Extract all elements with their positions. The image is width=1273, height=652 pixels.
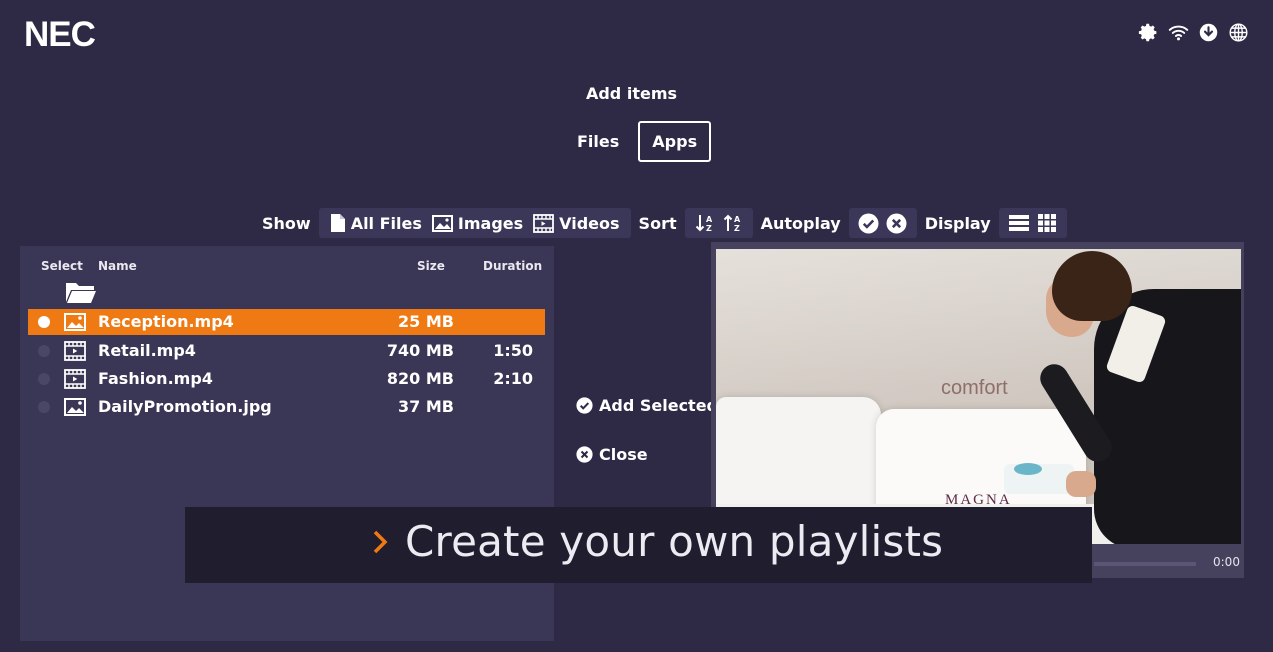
tab-apps[interactable]: Apps xyxy=(638,121,712,162)
column-header-name: Name xyxy=(98,259,137,273)
sort-ascending-icon[interactable]: AZ xyxy=(694,212,716,234)
sort-group: AZ AZ xyxy=(684,208,753,238)
file-size: 820 MB xyxy=(386,369,454,388)
sort-label: Sort xyxy=(638,213,677,233)
image-icon xyxy=(64,398,86,416)
select-radio[interactable] xyxy=(38,373,50,385)
add-items-title: Add items xyxy=(585,84,678,103)
file-name: Fashion.mp4 xyxy=(98,369,213,388)
image-icon xyxy=(64,313,86,331)
select-radio[interactable] xyxy=(38,316,50,328)
video-flower xyxy=(1014,463,1042,475)
file-name: Reception.mp4 xyxy=(98,312,234,331)
file-name: DailyPromotion.jpg xyxy=(98,397,272,416)
file-row-retail[interactable]: Retail.mp4 740 MB 1:50 xyxy=(28,338,545,364)
autoplay-group xyxy=(848,208,917,238)
video-icon xyxy=(64,369,86,389)
list-view-icon[interactable] xyxy=(1008,212,1030,234)
filter-images-label: Images xyxy=(457,213,524,233)
nec-logo: NEC xyxy=(24,15,96,54)
grid-view-icon[interactable] xyxy=(1036,212,1058,234)
chevron-right-icon xyxy=(373,530,388,554)
column-header-size: Size xyxy=(417,259,445,273)
video-person-hair xyxy=(1052,251,1132,321)
svg-text:Z: Z xyxy=(734,224,740,233)
download-icon[interactable] xyxy=(1198,22,1219,43)
show-label: Show xyxy=(262,213,311,233)
video-person xyxy=(1094,289,1241,544)
file-size: 740 MB xyxy=(386,341,454,360)
globe-icon[interactable] xyxy=(1228,22,1249,43)
add-selected-button[interactable]: Add Selected xyxy=(576,396,718,415)
file-row-dailypromotion[interactable]: DailyPromotion.jpg 37 MB xyxy=(28,394,545,420)
filter-videos-label: Videos xyxy=(559,213,620,233)
show-filter-group: All Files Images Videos xyxy=(318,208,631,238)
file-row-reception[interactable]: Reception.mp4 25 MB xyxy=(28,309,545,335)
caption-banner: Create your own playlists xyxy=(185,507,1092,583)
tab-files[interactable]: Files xyxy=(565,121,631,162)
file-size: 37 MB xyxy=(398,397,454,416)
close-label: Close xyxy=(599,445,648,464)
video-time: 0:00 xyxy=(1213,555,1240,569)
video-icon xyxy=(64,341,86,361)
add-selected-label: Add Selected xyxy=(599,396,719,415)
folder-up-icon[interactable] xyxy=(65,280,97,308)
video-overlay-text: comfort xyxy=(941,377,1008,399)
file-size: 25 MB xyxy=(398,312,454,331)
close-circle-icon xyxy=(576,446,593,463)
file-icon xyxy=(330,214,345,232)
sort-descending-icon[interactable]: AZ xyxy=(722,212,744,234)
wifi-icon[interactable] xyxy=(1168,22,1189,43)
autoplay-on-icon[interactable] xyxy=(858,212,880,234)
file-duration: 2:10 xyxy=(493,369,533,388)
caption-text: Create your own playlists xyxy=(405,517,944,566)
display-label: Display xyxy=(924,213,991,233)
filter-videos[interactable]: Videos xyxy=(533,213,620,233)
autoplay-label: Autoplay xyxy=(760,213,841,233)
source-tabs: Files Apps xyxy=(565,121,712,162)
system-icons xyxy=(1138,22,1249,43)
file-duration: 1:50 xyxy=(493,341,533,360)
preview-video[interactable]: comfort MAGNA xyxy=(716,249,1241,544)
image-icon xyxy=(431,214,453,232)
file-name: Retail.mp4 xyxy=(98,341,196,360)
select-radio[interactable] xyxy=(38,401,50,413)
autoplay-off-icon[interactable] xyxy=(886,212,908,234)
filter-all-files-label: All Files xyxy=(350,213,422,233)
svg-text:Z: Z xyxy=(706,224,712,233)
display-group xyxy=(998,208,1067,238)
video-person-hand xyxy=(1066,471,1096,497)
file-row-fashion[interactable]: Fashion.mp4 820 MB 2:10 xyxy=(28,366,545,392)
check-circle-icon xyxy=(576,397,593,414)
column-header-select: Select xyxy=(41,259,83,273)
video-pillow xyxy=(716,397,881,512)
svg-text:A: A xyxy=(734,215,741,224)
filter-all-files[interactable]: All Files xyxy=(330,213,422,233)
svg-text:A: A xyxy=(706,215,713,224)
video-progress-bar[interactable] xyxy=(1094,562,1196,566)
gear-icon[interactable] xyxy=(1138,22,1159,43)
select-radio[interactable] xyxy=(38,345,50,357)
column-header-duration: Duration xyxy=(483,259,543,273)
close-button[interactable]: Close xyxy=(576,445,648,464)
filter-images[interactable]: Images xyxy=(431,213,524,233)
video-icon xyxy=(533,213,555,233)
filter-toolbar: Show All Files Images Videos Sort AZ AZ … xyxy=(262,208,1075,238)
